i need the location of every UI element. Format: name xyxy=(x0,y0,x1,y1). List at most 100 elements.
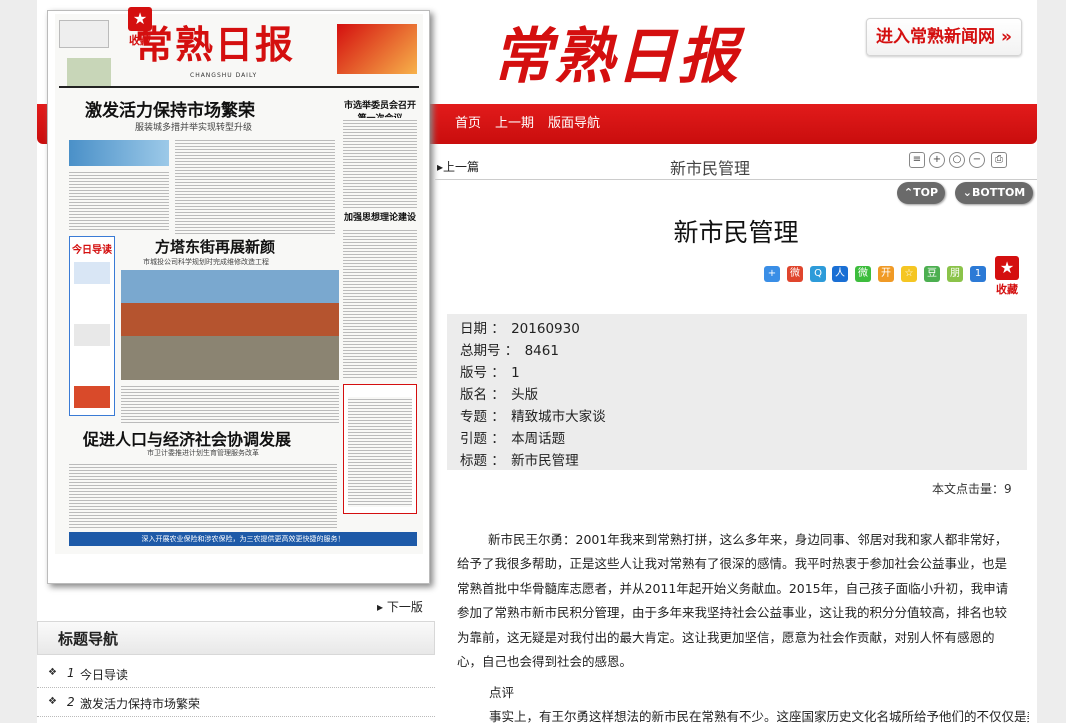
bottom-button[interactable]: ⌄BOTTOM xyxy=(955,182,1033,204)
chevron-up-icon: ⌃ xyxy=(903,186,914,199)
paper-today-guide-box: 今日导读 xyxy=(69,236,115,416)
nav-previous-issue[interactable]: 上一期 xyxy=(495,108,534,140)
share-pengyou-icon[interactable]: 朋 xyxy=(947,266,963,282)
paper-masthead-sub: CHANGSHU DAILY xyxy=(190,72,258,79)
nav-page-navigation[interactable]: 版面导航 xyxy=(548,108,600,140)
paper-text-block xyxy=(121,384,339,424)
title-nav-item[interactable]: ❖ 2 激发活力保持市场繁荣 xyxy=(37,689,435,717)
paper-date-box xyxy=(59,20,109,48)
paper-text-block xyxy=(343,228,417,378)
article-body-continued: 事实上，有王尔勇这样想法的新市民在常熟有不少。这座国家历史文化名城所给予他们的不… xyxy=(489,709,1029,723)
title-nav-num: 2 xyxy=(67,695,75,709)
collect-article-button[interactable]: ★ 收藏 xyxy=(992,256,1022,297)
title-nav-title: 今日导读 xyxy=(80,668,129,682)
meta-row: 总期号 ： 8461 xyxy=(460,339,559,359)
paper-subhead-1: 服装城多措并举实现转型升级 xyxy=(135,123,253,133)
previous-article-link[interactable]: ▸上一篇 xyxy=(437,158,479,175)
previous-article-label: 上一篇 xyxy=(443,160,480,174)
toolbar-title: 新市民管理 xyxy=(670,159,751,178)
paper-rule xyxy=(59,86,419,88)
article-meta-box: 日期 ： 20160930 总期号 ： 8461 版号 ： 1 版名 ： 头版 … xyxy=(447,314,1027,470)
meta-row: 版号 ： 1 xyxy=(460,361,520,381)
comment-label: 点评 xyxy=(489,685,515,700)
chevron-down-icon: ⌄ xyxy=(962,186,972,199)
next-page-link[interactable]: ▸ 下一版 xyxy=(377,598,423,615)
paper-side-headline-2: 加强思想理论建设 xyxy=(343,212,416,222)
zoom-reset-icon[interactable]: ○ xyxy=(949,152,965,168)
meta-value: 8461 xyxy=(524,343,559,359)
paper-main-photo xyxy=(121,270,339,380)
bottom-button-label: BOTTOM xyxy=(971,186,1026,199)
article-body: 新市民王尔勇：2001年我来到常熟打拼，这么多年来，身边同事、邻居对我和家人都非… xyxy=(457,532,1009,670)
meta-row: 版名 ： 头版 xyxy=(460,383,538,403)
collect-label: 收藏 xyxy=(129,34,151,47)
title-nav-item[interactable]: ❖ 1 今日导读 xyxy=(37,660,435,688)
meta-row: 专题 ： 精致城市大家谈 xyxy=(460,405,606,425)
share-count-icon[interactable]: 1 xyxy=(970,266,986,282)
nav-home[interactable]: 首页 xyxy=(455,108,481,140)
share-kaixin-icon[interactable]: 开 xyxy=(878,266,894,282)
article-title: 新市民管理 xyxy=(673,218,799,247)
meta-key: 版号 xyxy=(460,365,487,381)
paper-text-block xyxy=(348,397,412,507)
diamond-bullet-icon: ❖ xyxy=(48,696,57,707)
diamond-bullet-icon: ❖ xyxy=(48,667,57,678)
share-favorite-icon[interactable]: ☆ xyxy=(901,266,917,282)
paper-text-block xyxy=(343,118,417,208)
paper-subhead-2: 市城投公司科学规划时完成维修改造工程 xyxy=(143,258,269,266)
meta-value: 新市民管理 xyxy=(511,453,579,469)
paper-bottom-banner: 深入开展农业保险和涉农保险，为三农提供更高效更快捷的服务！ xyxy=(69,532,417,546)
paper-text-block xyxy=(69,462,337,528)
share-plus-icon[interactable]: + xyxy=(764,266,780,282)
meta-value: 精致城市大家谈 xyxy=(511,409,606,425)
title-nav-header: 标题导航 xyxy=(37,621,435,655)
top-button-label: TOP xyxy=(913,186,939,199)
title-nav-num: 1 xyxy=(67,666,75,680)
next-page-label: 下一版 xyxy=(386,600,423,614)
notes-icon[interactable]: ≡ xyxy=(909,152,925,168)
top-nav: 首页 上一期 版面导航 xyxy=(455,108,600,140)
page: 常熟日报 进入常熟新闻网 » 首页 上一期 版面导航 常熟日报 CHANGSHU… xyxy=(37,0,1037,723)
share-renren-icon[interactable]: 人 xyxy=(832,266,848,282)
zoom-in-icon[interactable]: + xyxy=(929,152,945,168)
meta-row: 引题 ： 本周话题 xyxy=(460,427,565,447)
paper-guide-image xyxy=(74,324,110,346)
meta-value: 20160930 xyxy=(511,321,580,337)
share-qzone-icon[interactable]: Q xyxy=(810,266,826,282)
meta-key: 总期号 xyxy=(460,343,501,359)
hit-count-value: 9 xyxy=(1004,482,1012,496)
collect-button[interactable]: ★ 收藏 xyxy=(126,7,154,47)
paper-highlight-box xyxy=(343,384,417,514)
share-douban-icon[interactable]: 豆 xyxy=(924,266,940,282)
newspaper-page-image[interactable]: 常熟日报 CHANGSHU DAILY 激发活力保持市场繁荣 服装城多措并举实现… xyxy=(55,14,423,554)
collect-article-label: 收藏 xyxy=(996,283,1018,296)
zoom-out-icon[interactable]: − xyxy=(969,152,985,168)
meta-key: 日期 xyxy=(460,321,487,337)
paper-today-guide: 今日导读 xyxy=(72,245,112,256)
double-chevron-right-icon: » xyxy=(1000,27,1012,47)
print-icon[interactable]: ⎙ xyxy=(991,152,1007,168)
title-nav-heading: 标题导航 xyxy=(58,630,119,648)
enter-news-site-button[interactable]: 进入常熟新闻网 » xyxy=(866,18,1022,56)
top-button[interactable]: ⌃TOP xyxy=(897,182,945,204)
meta-key: 引题 xyxy=(460,431,487,447)
meta-value: 1 xyxy=(511,365,520,381)
meta-key: 专题 xyxy=(460,409,487,425)
paper-headline-2: 方塔东街再展新颜 xyxy=(155,239,276,256)
paper-text-block xyxy=(69,170,169,230)
paper-photo-small xyxy=(69,140,169,166)
share-wechat-icon[interactable]: 微 xyxy=(855,266,871,282)
enter-news-site-label: 进入常熟新闻网 xyxy=(876,27,996,47)
star-icon: ★ xyxy=(995,256,1019,280)
share-weibo-icon[interactable]: 微 xyxy=(787,266,803,282)
article-toolbar: ▸上一篇 新市民管理 ≡ + ○ − ⎙ xyxy=(435,152,1037,180)
meta-value: 本周话题 xyxy=(511,431,566,447)
meta-value: 头版 xyxy=(511,387,539,403)
triangle-right-icon: ▸ xyxy=(377,600,384,614)
site-logo[interactable]: 常熟日报 xyxy=(492,12,738,102)
paper-guide-image xyxy=(74,262,110,284)
meta-key: 标题 xyxy=(460,453,487,469)
meta-row: 标题 ： 新市民管理 xyxy=(460,449,579,469)
meta-row: 日期 ： 20160930 xyxy=(460,317,580,337)
paper-headline-3: 促进人口与经济社会协调发展 xyxy=(83,432,292,449)
